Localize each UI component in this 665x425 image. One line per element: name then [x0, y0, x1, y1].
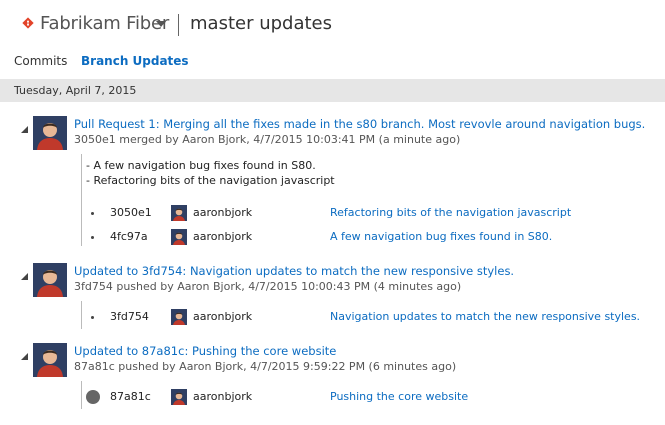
bullet-icon: [91, 212, 94, 215]
commit-message-link[interactable]: Navigation updates to match the new resp…: [330, 310, 640, 323]
commit-row: 87a81c aaronbjork Pushing the core websi…: [0, 387, 665, 407]
commit-hash-link[interactable]: 4fc97a: [110, 230, 148, 243]
avatar: [33, 343, 67, 377]
commit-message-link[interactable]: A few navigation bug fixes found in S80.: [330, 230, 552, 243]
commit-hash-link[interactable]: 3fd754: [110, 310, 149, 323]
page-title: master updates: [190, 13, 332, 34]
update-subtitle: 87a81c pushed by Aaron Bjork, 4/7/2015 9…: [74, 360, 457, 373]
author-avatar: [171, 389, 187, 405]
page-header: Fabrikam Fiber master updates: [0, 0, 665, 50]
git-diamond-icon: [22, 17, 34, 29]
author-avatar: [171, 205, 187, 221]
title-divider: [178, 14, 179, 36]
commit-hash-link[interactable]: 3050e1: [110, 206, 152, 219]
update-title-link[interactable]: Pull Request 1: Merging all the fixes ma…: [74, 117, 645, 131]
commit-row: 4fc97a aaronbjork A few navigation bug f…: [0, 227, 665, 247]
commit-author: aaronbjork: [193, 390, 253, 403]
update-description: - A few navigation bug fixes found in S8…: [86, 158, 335, 188]
date-label: Tuesday, April 7, 2015: [14, 84, 137, 97]
commit-message-link[interactable]: Pushing the core website: [330, 390, 468, 403]
commit-row: 3050e1 aaronbjork Refactoring bits of th…: [0, 203, 665, 223]
avatar: [33, 116, 67, 150]
author-avatar: [171, 309, 187, 325]
chevron-down-icon[interactable]: [156, 21, 166, 27]
update-title-link[interactable]: Updated to 3fd754: Navigation updates to…: [74, 264, 514, 278]
commit-author: aaronbjork: [193, 206, 253, 219]
bullet-icon: [91, 316, 94, 319]
commit-message-link[interactable]: Refactoring bits of the navigation javas…: [330, 206, 571, 219]
repo-selector[interactable]: Fabrikam Fiber: [40, 13, 169, 34]
commit-node-icon: [86, 390, 100, 404]
author-avatar: [171, 229, 187, 245]
tab-commits[interactable]: Commits: [14, 54, 67, 68]
collapse-caret-icon[interactable]: [21, 353, 28, 360]
date-group-header: Tuesday, April 7, 2015: [0, 79, 665, 102]
update-subtitle: 3050e1 merged by Aaron Bjork, 4/7/2015 1…: [74, 133, 461, 146]
tab-branch-updates[interactable]: Branch Updates: [81, 54, 189, 68]
update-title-link[interactable]: Updated to 87a81c: Pushing the core webs…: [74, 344, 336, 358]
commit-author: aaronbjork: [193, 310, 253, 323]
commit-row: 3fd754 aaronbjork Navigation updates to …: [0, 307, 665, 327]
collapse-caret-icon[interactable]: [21, 273, 28, 280]
collapse-caret-icon[interactable]: [21, 126, 28, 133]
description-line: - A few navigation bug fixes found in S8…: [86, 159, 316, 172]
bullet-icon: [91, 236, 94, 239]
description-line: - Refactoring bits of the navigation jav…: [86, 174, 335, 187]
avatar: [33, 263, 67, 297]
update-subtitle: 3fd754 pushed by Aaron Bjork, 4/7/2015 1…: [74, 280, 462, 293]
commit-author: aaronbjork: [193, 230, 253, 243]
commit-hash-link[interactable]: 87a81c: [110, 390, 151, 403]
